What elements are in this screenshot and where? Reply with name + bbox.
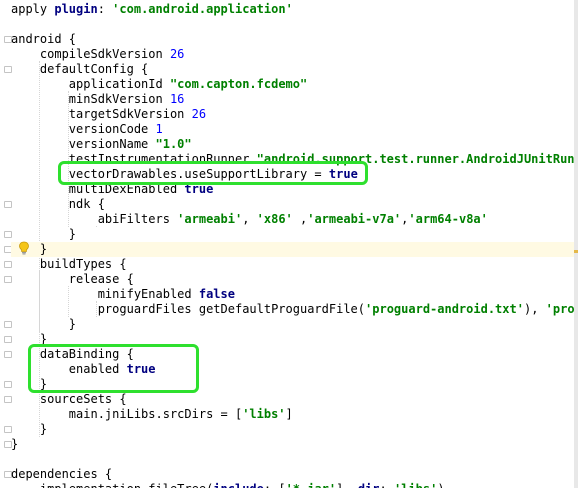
code-token: } — [11, 227, 77, 241]
code-token: 'libs' — [242, 407, 286, 421]
code-line[interactable]: } — [11, 437, 18, 452]
code-token: ndk { — [11, 197, 105, 211]
code-token: apply — [11, 2, 55, 16]
code-line[interactable]: android { — [11, 32, 76, 47]
code-line[interactable]: minSdkVersion 16 — [11, 92, 185, 107]
code-token: dependencies { — [11, 467, 113, 481]
code-token: } — [11, 422, 48, 436]
code-line[interactable]: apply plugin: 'com.android.application' — [11, 2, 293, 17]
code-token: 'com.android.application' — [112, 2, 293, 16]
code-line[interactable]: compileSdkVersion 26 — [11, 47, 185, 62]
code-token: : [ — [264, 482, 286, 488]
code-token: ], — [336, 482, 358, 488]
code-token: 26 — [191, 107, 207, 121]
code-line[interactable]: versionName "1.0" — [11, 137, 192, 152]
code-token: versionName — [11, 137, 156, 151]
code-token: 26 — [169, 47, 185, 61]
code-token: 'armeabi-v7a' — [307, 212, 402, 226]
code-token: implementation fileTree( — [11, 482, 213, 488]
code-token: 'x86' — [256, 212, 293, 226]
code-line[interactable]: implementation fileTree(include: ['*.jar… — [11, 482, 445, 488]
code-token: targetSdkVersion — [11, 107, 192, 121]
lightbulb-icon[interactable] — [18, 241, 30, 255]
code-line[interactable]: abiFilters 'armeabi', 'x86' ,'armeabi-v7… — [11, 212, 488, 227]
code-token: plugin — [54, 2, 98, 16]
code-token: buildTypes { — [11, 257, 127, 271]
code-token: ) — [437, 482, 444, 488]
code-token: android { — [11, 32, 77, 46]
code-token: , — [242, 212, 257, 226]
code-token: false — [198, 287, 235, 301]
code-line[interactable]: } — [11, 242, 578, 257]
code-line[interactable]: ndk { — [11, 197, 105, 212]
code-line[interactable]: buildTypes { — [11, 257, 127, 272]
code-token: include — [213, 482, 264, 488]
code-token: } — [11, 317, 77, 331]
code-line[interactable]: applicationId "com.capton.fcdemo" — [11, 77, 307, 92]
code-token: } — [11, 437, 19, 451]
code-line[interactable]: defaultConfig { — [11, 62, 148, 77]
code-token: : — [380, 482, 394, 488]
code-token: '*.jar' — [286, 482, 337, 488]
code-editor[interactable]: apply plugin: 'com.android.application' a… — [0, 0, 578, 488]
code-token: ] — [285, 407, 293, 421]
code-token: "1.0" — [155, 137, 192, 151]
code-line[interactable]: main.jniLibs.srcDirs = ['libs'] — [11, 407, 293, 422]
code-token: compileSdkVersion — [11, 47, 170, 61]
code-line[interactable]: } — [11, 227, 76, 242]
code-token: 'arm64-v8a' — [408, 212, 488, 226]
code-line[interactable]: minifyEnabled false — [11, 287, 235, 302]
code-line[interactable]: proguardFiles getDefaultProguardFile('pr… — [11, 302, 578, 317]
code-token: abiFilters — [11, 212, 178, 226]
code-token: "com.capton.fcdemo" — [169, 77, 308, 91]
code-token: 'armeabi' — [177, 212, 243, 226]
code-token: release { — [11, 272, 134, 286]
code-line[interactable]: } — [11, 317, 76, 332]
code-line[interactable]: } — [11, 422, 47, 437]
code-line[interactable]: release { — [11, 272, 134, 287]
code-token: dir — [358, 482, 380, 488]
code-token: 'proguard-android.txt' — [365, 302, 524, 316]
code-line[interactable]: dependencies { — [11, 467, 112, 482]
code-token: 16 — [169, 92, 185, 106]
code-token: , — [292, 212, 308, 226]
code-token: main.jniLibs.srcDirs = [ — [11, 407, 243, 421]
code-token: minifyEnabled — [11, 287, 199, 301]
scrollbar-marker — [574, 250, 578, 253]
code-token: : — [97, 2, 113, 16]
code-line[interactable]: versionCode 1 — [11, 122, 163, 137]
code-token: defaultConfig { — [11, 62, 149, 76]
code-line[interactable]: sourceSets { — [11, 392, 127, 407]
code-token: minSdkVersion — [11, 92, 170, 106]
code-token: sourceSets { — [11, 392, 127, 406]
code-token: ), — [523, 302, 546, 316]
code-token: 1 — [155, 122, 163, 136]
code-token: versionCode — [11, 122, 156, 136]
vertical-scrollbar[interactable] — [574, 0, 578, 488]
code-token: 'libs' — [394, 482, 437, 488]
code-line[interactable]: targetSdkVersion 26 — [11, 107, 206, 122]
highlight-box-data-binding — [28, 344, 199, 393]
code-token: applicationId — [11, 77, 170, 91]
code-token: proguardFiles getDefaultProguardFile( — [11, 302, 366, 316]
highlight-box-vector-drawables — [58, 161, 368, 185]
